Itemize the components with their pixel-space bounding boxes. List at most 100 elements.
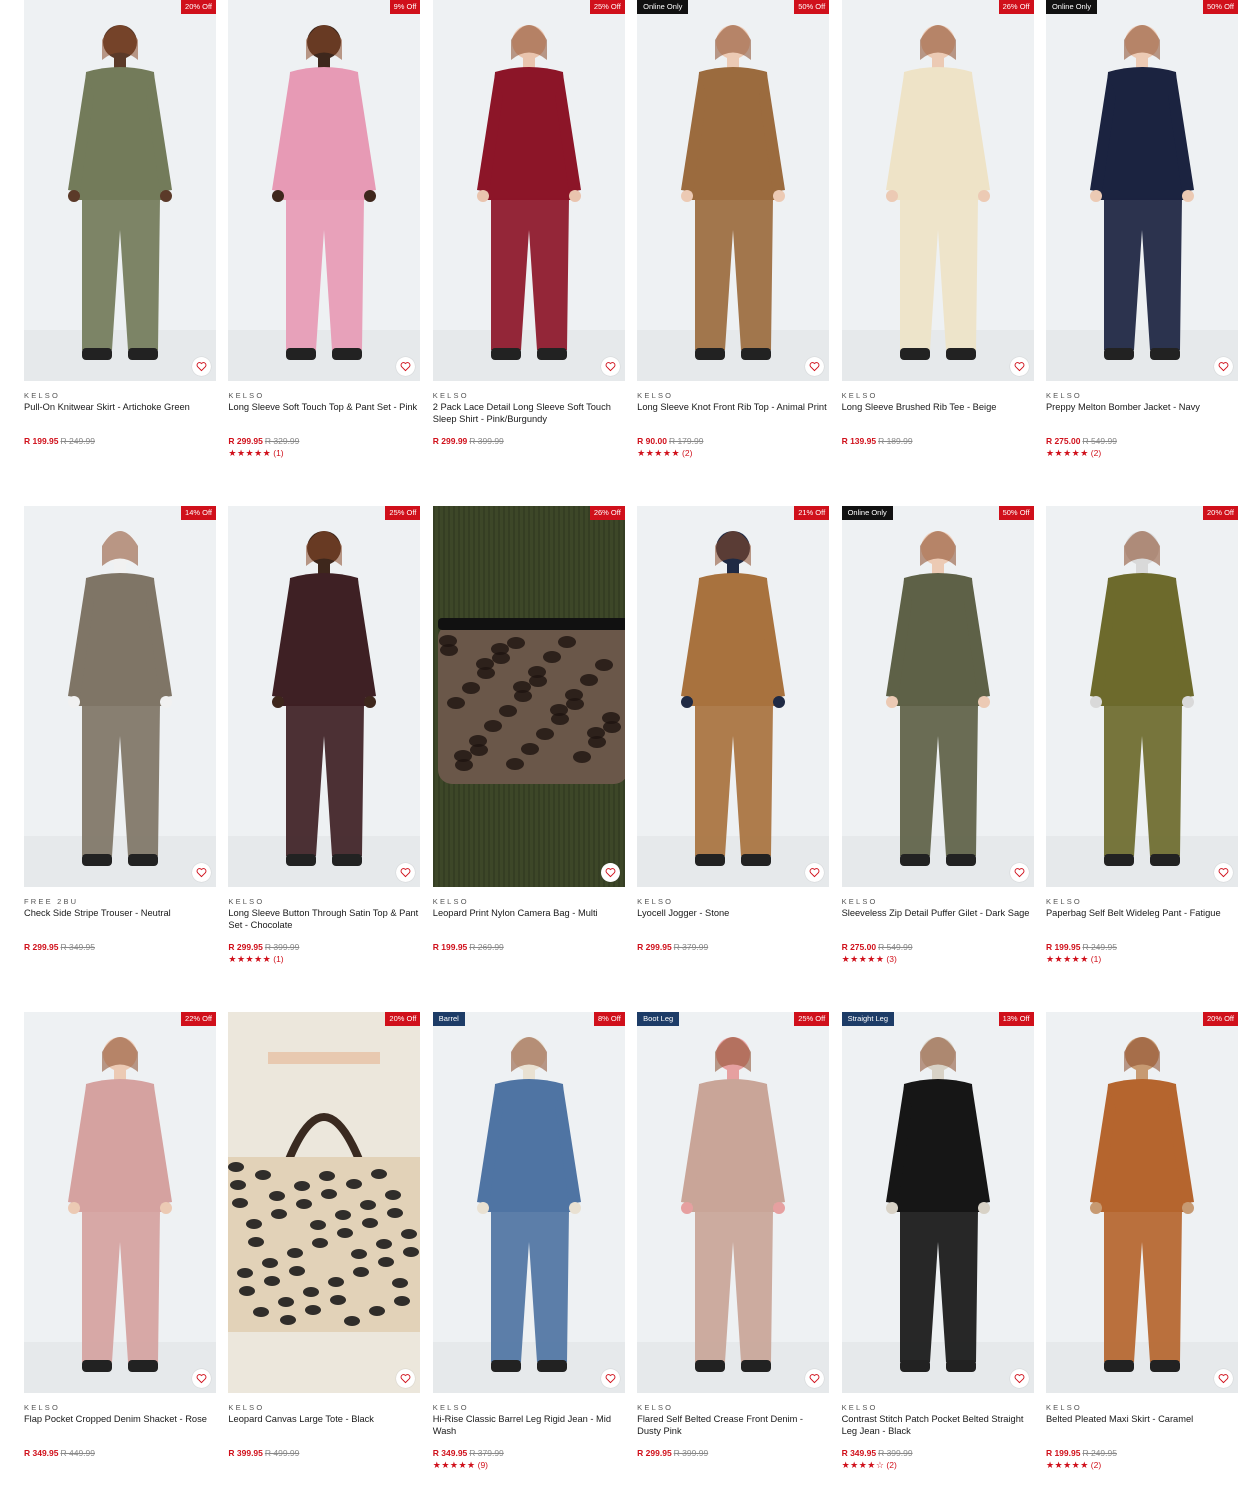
discount-badge: 25% Off (385, 506, 421, 520)
product-rating[interactable]: ★★★★★ (2) (1046, 448, 1238, 459)
star-icons: ★★★★★ (228, 955, 272, 965)
product-image[interactable]: 22% Off (24, 1012, 216, 1393)
wishlist-button[interactable] (600, 357, 620, 376)
product-name[interactable]: Leopard Canvas Large Tote - Black (228, 1414, 420, 1448)
product-image[interactable]: Online Only 50% Off (1045, 0, 1238, 381)
product-brand: KELSO (1045, 391, 1082, 400)
review-count: (1) (273, 448, 284, 458)
product-photo (637, 0, 830, 381)
product-name[interactable]: Preppy Melton Bomber Jacket - Navy (1046, 402, 1238, 436)
wishlist-button[interactable] (1213, 357, 1233, 376)
product-name[interactable]: Flap Pocket Cropped Denim Shacket - Rose (24, 1414, 216, 1448)
product-image[interactable]: 20% Off (24, 0, 216, 381)
product-card[interactable]: 26% Off KELSO Long Sleeve Brushed Rib Tee … (841, 0, 1034, 506)
product-name[interactable]: Check Side Stripe Trouser - Neutral (24, 908, 216, 942)
product-card[interactable]: 20% Off KELSO Pull-On Knitwear Skirt - Art… (24, 0, 216, 506)
sale-price: R 299.95 (637, 942, 672, 952)
wishlist-button[interactable] (1213, 1369, 1233, 1388)
product-card[interactable]: Boot Leg 25% Off KELSO Flared Self Belted C… (637, 1012, 830, 1509)
product-card[interactable]: 21% Off KELSO Lyocell Jogger - Stone R 299.… (637, 506, 830, 1012)
product-card[interactable]: Online Only 50% Off KELSO Long Sleeve Knot … (637, 0, 830, 506)
sale-price: R 299.95 (228, 436, 263, 446)
product-card[interactable]: 25% Off KELSO 2 Pack Lace Detail Long Slee… (432, 0, 625, 506)
product-rating[interactable]: ★★★★★ (1) (1046, 954, 1238, 965)
product-rating[interactable]: ★★★★☆ (2) (842, 1460, 1034, 1471)
wishlist-button[interactable] (1009, 1369, 1029, 1388)
wishlist-button[interactable] (1213, 863, 1233, 882)
product-image[interactable]: 21% Off (637, 506, 830, 887)
product-card[interactable]: 9% Off KELSO Long Sleeve Soft Touch Top & … (228, 0, 421, 506)
product-brand: KELSO (24, 1403, 61, 1412)
product-rating[interactable]: ★★★★★ (9) (433, 1460, 625, 1471)
sale-price: R 275.00 (841, 942, 877, 952)
product-name[interactable]: Hi-Rise Classic Barrel Leg Rigid Jean - … (433, 1414, 625, 1448)
product-rating[interactable]: ★★★★★ (1) (228, 448, 420, 459)
product-image[interactable]: 9% Off (228, 0, 421, 381)
product-name[interactable]: Long Sleeve Button Through Satin Top & P… (228, 908, 420, 942)
product-rating[interactable]: ★★★★★ (1) (228, 954, 420, 965)
product-image[interactable]: Online Only 50% Off (841, 506, 1034, 887)
product-card[interactable]: 20% Off KELSO Leopard Canvas Large Tote - … (228, 1012, 421, 1509)
product-photo (24, 506, 216, 887)
product-card[interactable]: 14% Off FREE 2BU Check Side Stripe Trouser… (24, 506, 216, 1012)
wishlist-button[interactable] (1009, 357, 1029, 376)
original-price: R 549.99 (1082, 436, 1117, 446)
product-rating[interactable]: ★★★★★ (3) (842, 954, 1034, 965)
product-image[interactable]: 20% Off (1045, 1012, 1238, 1393)
product-rating[interactable]: ★★★★★ (2) (637, 448, 829, 459)
sale-price: R 399.95 (228, 1448, 263, 1458)
product-rating[interactable]: ★★★★★ (2) (1046, 1460, 1238, 1471)
product-image[interactable]: 20% Off (228, 1012, 421, 1393)
price-row: R 199.95 R 249.95 (1046, 1448, 1238, 1459)
fit-tag-badge: Barrel (432, 1012, 465, 1026)
product-name[interactable]: Long Sleeve Soft Touch Top & Pant Set - … (228, 402, 420, 436)
product-name[interactable]: Contrast Stitch Patch Pocket Belted Stra… (842, 1414, 1034, 1448)
product-card[interactable]: 25% Off KELSO Long Sleeve Button Through S… (228, 506, 421, 1012)
product-card[interactable]: 20% Off KELSO Paperbag Self Belt Wideleg P… (1045, 506, 1238, 1012)
product-name[interactable]: Sleeveless Zip Detail Puffer Gilet - Dar… (842, 908, 1034, 942)
product-card[interactable]: Online Only 50% Off KELSO Sleeveless Zip De… (841, 506, 1034, 1012)
product-card[interactable]: 26% Off KELSO Leopard Print Nylon Camera B… (432, 506, 625, 1012)
product-name[interactable]: Pull-On Knitwear Skirt - Artichoke Green (24, 402, 216, 436)
heart-icon (1014, 362, 1024, 372)
sale-price: R 90.00 (637, 436, 667, 446)
product-image[interactable]: 20% Off (1045, 506, 1238, 887)
product-card[interactable]: Online Only 50% Off KELSO Preppy Melton Bom… (1045, 0, 1238, 506)
product-card[interactable]: Barrel 8% Off KELSO Hi-Rise Classic Barrel … (432, 1012, 625, 1509)
review-count: (9) (477, 1460, 489, 1470)
wishlist-button[interactable] (192, 1369, 211, 1388)
wishlist-button[interactable] (192, 863, 211, 882)
product-photo (637, 506, 830, 887)
product-image[interactable]: 14% Off (24, 506, 216, 887)
product-image[interactable]: Boot Leg 25% Off (637, 1012, 830, 1393)
product-photo (432, 1012, 625, 1393)
product-name[interactable]: 2 Pack Lace Detail Long Sleeve Soft Touc… (433, 402, 625, 436)
product-image[interactable]: Online Only 50% Off (637, 0, 830, 381)
product-card[interactable]: 20% Off KELSO Belted Pleated Maxi Skirt - … (1045, 1012, 1238, 1509)
product-image[interactable]: 26% Off (841, 0, 1034, 381)
wishlist-button[interactable] (600, 863, 620, 882)
product-image[interactable]: 25% Off (432, 0, 625, 381)
wishlist-button[interactable] (192, 357, 211, 376)
product-name[interactable]: Lyocell Jogger - Stone (637, 908, 829, 942)
heart-icon (1218, 868, 1229, 878)
product-name[interactable]: Flared Self Belted Crease Front Denim - … (637, 1414, 829, 1448)
product-card[interactable]: Straight Leg 13% Off KELSO Contrast Stitch … (841, 1012, 1034, 1509)
product-name[interactable]: Belted Pleated Maxi Skirt - Caramel (1046, 1414, 1238, 1448)
product-name[interactable]: Leopard Print Nylon Camera Bag - Multi (433, 908, 625, 942)
product-brand: KELSO (1045, 1403, 1082, 1412)
product-image[interactable]: Straight Leg 13% Off (841, 1012, 1034, 1393)
original-price: R 399.99 (469, 436, 504, 446)
product-image[interactable]: Barrel 8% Off (432, 1012, 625, 1393)
wishlist-button[interactable] (600, 1369, 620, 1388)
discount-badge: 50% Off (794, 0, 830, 14)
product-card[interactable]: 22% Off KELSO Flap Pocket Cropped Denim Sh… (24, 1012, 216, 1509)
product-name[interactable]: Long Sleeve Knot Front Rib Top - Animal … (637, 402, 829, 436)
product-photo (637, 1012, 830, 1393)
wishlist-button[interactable] (1009, 863, 1029, 882)
product-name[interactable]: Paperbag Self Belt Wideleg Pant - Fatigu… (1046, 908, 1238, 942)
product-image[interactable]: 25% Off (228, 506, 421, 887)
product-name[interactable]: Long Sleeve Brushed Rib Tee - Beige (842, 402, 1034, 436)
product-image[interactable]: 26% Off (432, 506, 625, 887)
price-row: R 299.95 R 379.99 (637, 942, 829, 953)
